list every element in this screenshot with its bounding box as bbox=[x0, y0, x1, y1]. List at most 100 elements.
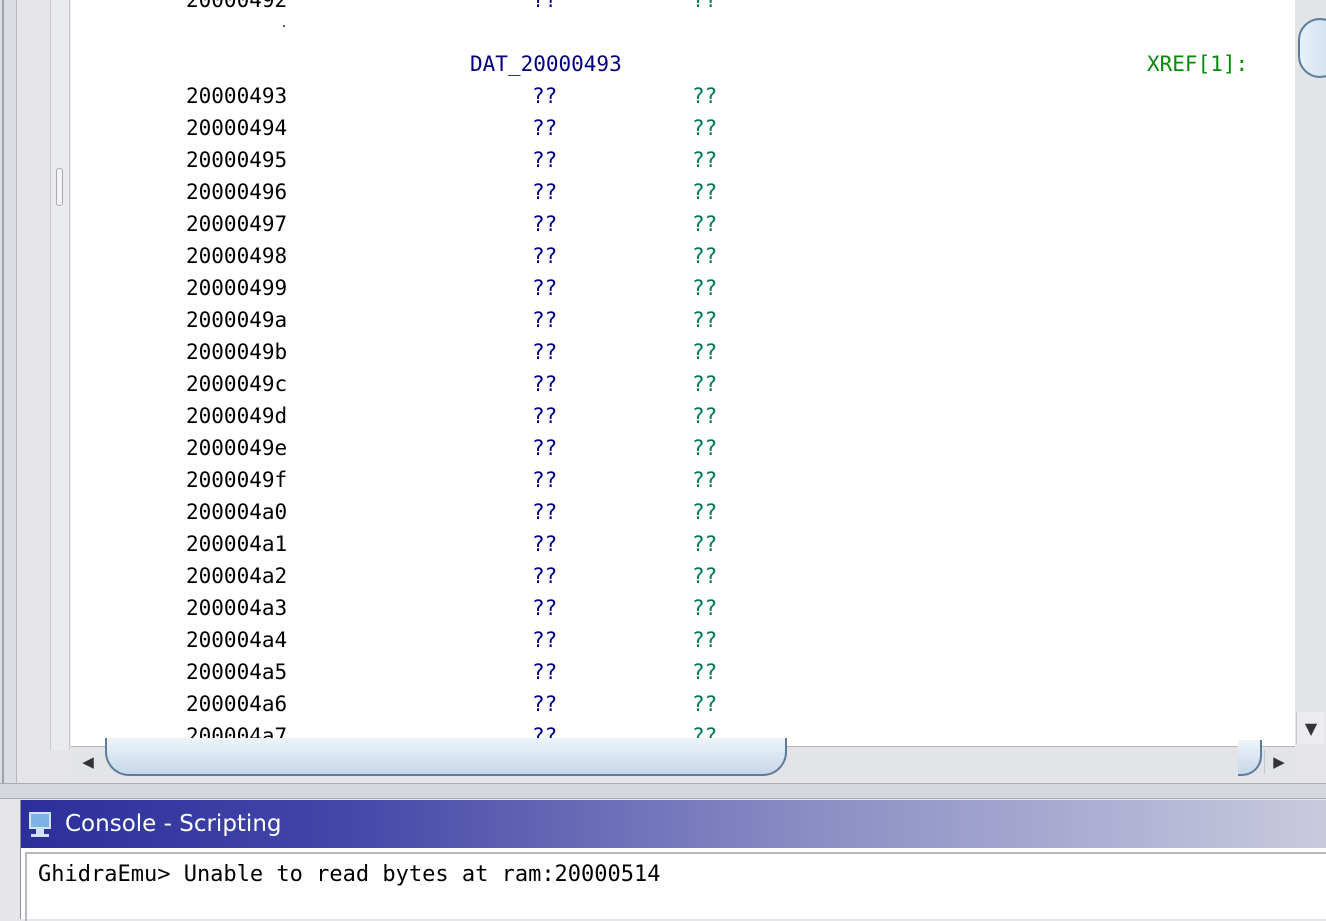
console-title: Console - Scripting bbox=[65, 811, 282, 837]
byte-value: ?? bbox=[532, 532, 558, 556]
listing-row[interactable]: 2000049f???? bbox=[71, 464, 1295, 496]
listing-row[interactable]: 200004a6???? bbox=[71, 688, 1295, 720]
byte-value: ?? bbox=[532, 692, 558, 716]
byte-value: ?? bbox=[532, 596, 558, 620]
address: 200004a0 bbox=[186, 500, 288, 524]
margin-resize-handle[interactable] bbox=[56, 168, 63, 206]
listing-row[interactable]: 200004a5???? bbox=[71, 656, 1295, 688]
byte-mnemonic: ?? bbox=[692, 84, 718, 108]
listing-row[interactable]: 200004a2???? bbox=[71, 560, 1295, 592]
byte-mnemonic: ?? bbox=[692, 596, 718, 620]
address: 2000049e bbox=[186, 436, 288, 460]
vertical-scroll-thumb[interactable] bbox=[1298, 18, 1326, 78]
address: 20000498 bbox=[186, 244, 288, 268]
byte-mnemonic: ?? bbox=[692, 628, 718, 652]
address: 200004a3 bbox=[186, 596, 288, 620]
byte-value: ?? bbox=[532, 500, 558, 524]
separator-dot bbox=[283, 25, 285, 27]
arrow-down-icon: ▼ bbox=[1304, 718, 1318, 738]
byte-value: ?? bbox=[532, 84, 558, 108]
address: 20000494 bbox=[186, 116, 288, 140]
console-title-bar[interactable]: Console - Scripting bbox=[21, 800, 1326, 848]
address: 2000049a bbox=[186, 308, 288, 332]
listing-margin-bar bbox=[50, 0, 70, 750]
byte-mnemonic: ?? bbox=[692, 244, 718, 268]
address: 20000495 bbox=[186, 148, 288, 172]
split-pane-divider[interactable] bbox=[0, 783, 1326, 799]
listing-row[interactable]: 2000049c???? bbox=[71, 368, 1295, 400]
console-output[interactable]: GhidraEmu> Unable to read bytes at ram:2… bbox=[25, 852, 1326, 921]
byte-mnemonic: ?? bbox=[692, 500, 718, 524]
byte-value: ?? bbox=[532, 340, 558, 364]
byte-value: ?? bbox=[532, 276, 558, 300]
listing-row[interactable]: 2000049d???? bbox=[71, 400, 1295, 432]
listing-row[interactable]: 20000498???? bbox=[71, 240, 1295, 272]
console-output-line: GhidraEmu> Unable to read bytes at ram:2… bbox=[38, 862, 661, 887]
listing-row[interactable]: 20000497???? bbox=[71, 208, 1295, 240]
address: 2000049d bbox=[186, 404, 288, 428]
byte-mnemonic: ?? bbox=[692, 436, 718, 460]
vertical-scrollbar[interactable] bbox=[1295, 0, 1326, 746]
listing-row[interactable]: 200004a1???? bbox=[71, 528, 1295, 560]
byte-value: ?? bbox=[532, 180, 558, 204]
listing-view[interactable]: 20000492 ?? ?? DAT_20000493 XREF[1]: 200… bbox=[71, 0, 1295, 746]
scroll-left-button[interactable]: ◀ bbox=[75, 750, 101, 774]
listing-row[interactable]: 2000049b???? bbox=[71, 336, 1295, 368]
listing-row-partial[interactable]: 20000492 ?? ?? bbox=[71, 0, 1295, 16]
address: 2000049b bbox=[186, 340, 288, 364]
address: 20000493 bbox=[186, 84, 288, 108]
listing-row[interactable]: 200004a4???? bbox=[71, 624, 1295, 656]
arrow-right-icon: ▶ bbox=[1273, 753, 1285, 771]
listing-row[interactable]: 20000496???? bbox=[71, 176, 1295, 208]
byte-mnemonic: ?? bbox=[692, 564, 718, 588]
byte-value: ?? bbox=[532, 468, 558, 492]
address: 200004a2 bbox=[186, 564, 288, 588]
byte-mnemonic: ?? bbox=[692, 276, 718, 300]
xref-link[interactable]: XREF[1]: bbox=[1147, 48, 1248, 80]
byte-mnemonic: ?? bbox=[692, 532, 718, 556]
address: 2000049c bbox=[186, 372, 288, 396]
listing-row[interactable]: 20000493???? bbox=[71, 80, 1295, 112]
byte-value: ?? bbox=[532, 436, 558, 460]
scroll-down-button[interactable]: ▼ bbox=[1296, 712, 1325, 744]
byte-mnemonic: ?? bbox=[692, 308, 718, 332]
address: 200004a6 bbox=[186, 692, 288, 716]
listing-row[interactable]: 200004a0???? bbox=[71, 496, 1295, 528]
label-row: DAT_20000493 XREF[1]: bbox=[71, 48, 1295, 80]
address: 20000497 bbox=[186, 212, 288, 236]
horizontal-scroll-thumb[interactable] bbox=[105, 738, 787, 776]
address: 2000049f bbox=[186, 468, 288, 492]
address: 200004a4 bbox=[186, 628, 288, 652]
byte-mnemonic: ?? bbox=[692, 340, 718, 364]
byte-value: ?? bbox=[532, 628, 558, 652]
byte-mnemonic: ?? bbox=[692, 468, 718, 492]
arrow-left-icon: ◀ bbox=[82, 753, 94, 771]
listing-row[interactable]: 200004a3???? bbox=[71, 592, 1295, 624]
listing-row[interactable]: 20000499???? bbox=[71, 272, 1295, 304]
byte-mnemonic: ?? bbox=[692, 404, 718, 428]
monitor-icon bbox=[27, 810, 55, 838]
address: 200004a1 bbox=[186, 532, 288, 556]
data-label[interactable]: DAT_20000493 bbox=[470, 48, 622, 80]
byte-value: ?? bbox=[532, 308, 558, 332]
listing-row[interactable]: 2000049e???? bbox=[71, 432, 1295, 464]
byte-value: ?? bbox=[532, 372, 558, 396]
byte-value: ?? bbox=[532, 244, 558, 268]
byte-value: ?? bbox=[532, 404, 558, 428]
byte-mnemonic: ?? bbox=[692, 660, 718, 684]
listing-row[interactable]: 20000495???? bbox=[71, 144, 1295, 176]
byte-mnemonic: ?? bbox=[692, 212, 718, 236]
byte-value: ?? bbox=[532, 212, 558, 236]
byte-value: ?? bbox=[532, 660, 558, 684]
byte-value: ?? bbox=[532, 148, 558, 172]
address: 200004a5 bbox=[186, 660, 288, 684]
gutter-divider bbox=[2, 0, 4, 783]
byte-mnemonic: ?? bbox=[692, 116, 718, 140]
listing-row[interactable]: 2000049a???? bbox=[71, 304, 1295, 336]
byte-mnemonic: ?? bbox=[692, 180, 718, 204]
byte-mnemonic: ?? bbox=[692, 0, 718, 12]
address: 20000496 bbox=[186, 180, 288, 204]
address: 20000492 bbox=[186, 0, 288, 12]
scroll-right-button[interactable]: ▶ bbox=[1264, 750, 1293, 774]
listing-row[interactable]: 20000494???? bbox=[71, 112, 1295, 144]
